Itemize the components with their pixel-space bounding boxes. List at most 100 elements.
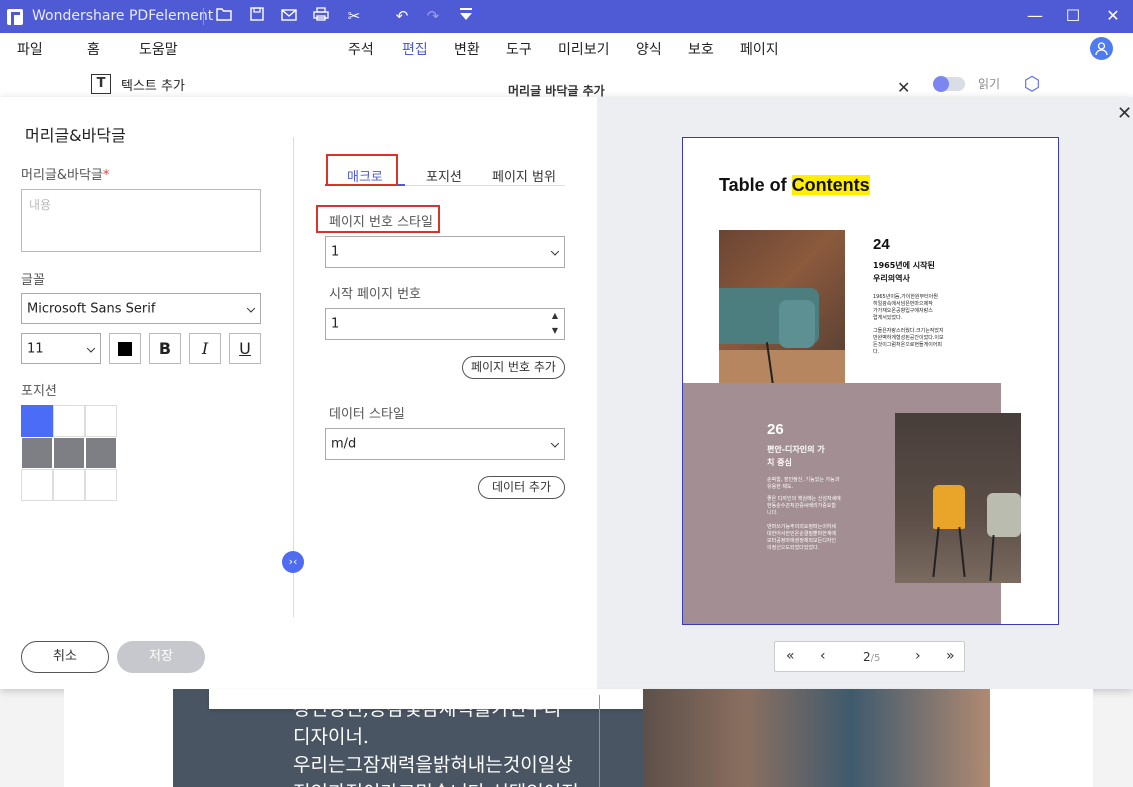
menu-comment[interactable]: 주석	[348, 39, 374, 59]
menu-preview[interactable]: 미리보기	[558, 39, 610, 59]
color-swatch-icon	[118, 342, 132, 356]
bold-button[interactable]: B	[149, 333, 181, 364]
start-page-label: 시작 페이지 번호	[329, 287, 421, 302]
read-mode-toggle[interactable]	[933, 76, 965, 92]
mail-icon[interactable]	[278, 5, 300, 27]
dialog-title: 머리글&바닥글	[25, 126, 126, 145]
item1-body-1: 1965년이듬,가이한원부터아뭔	[873, 294, 938, 300]
next-page-icon[interactable]: ›	[915, 648, 921, 664]
menu-convert[interactable]: 변환	[454, 39, 480, 59]
item1-heading-2: 우리의역사	[873, 274, 910, 283]
font-size-select[interactable]: 11	[21, 333, 101, 364]
menu-protect[interactable]: 보호	[688, 39, 714, 59]
position-cell-bottom-right[interactable]	[85, 469, 117, 501]
position-cell-middle-center[interactable]	[53, 437, 85, 469]
close-window-icon[interactable]: ✕	[1100, 4, 1126, 28]
first-page-icon[interactable]: «	[786, 648, 795, 664]
panel-divider	[293, 137, 294, 617]
add-page-number-button[interactable]: 페이지 번호 추가	[462, 356, 565, 379]
app-logo-icon	[7, 9, 23, 25]
item2-body-2: 유용한 제도.	[767, 484, 794, 490]
required-mark: *	[102, 168, 110, 183]
item1-body-2: 히일광속에서넘은번마으제작	[873, 301, 933, 307]
save-button[interactable]: 저장	[117, 641, 205, 673]
position-cell-middle-right[interactable]	[85, 437, 117, 469]
item1-body-8: 다.	[873, 349, 880, 355]
position-label: 포지션	[21, 384, 57, 399]
scissors-icon[interactable]: ✂	[343, 5, 365, 27]
item2-page-number: 26	[767, 421, 784, 438]
tab-position[interactable]: 포지션	[426, 166, 462, 185]
cancel-button[interactable]: 취소	[21, 641, 109, 673]
add-date-button[interactable]: 데이터 추가	[478, 476, 565, 499]
page-number-style-select[interactable]: 1	[325, 236, 565, 268]
macro-tab-highlight	[326, 154, 398, 186]
add-text-icon[interactable]: T	[91, 74, 111, 94]
redo-icon[interactable]: ↷	[422, 5, 444, 27]
undo-icon[interactable]: ↶	[391, 5, 413, 27]
tab-page-range[interactable]: 페이지 범위	[492, 166, 556, 185]
item2-body-4: 한동순수끈처끈중씨배리가중요합	[767, 503, 837, 509]
previous-page-icon[interactable]: ‹	[820, 648, 826, 664]
item2-heading-2: 치 중심	[767, 458, 792, 467]
position-cell-bottom-center[interactable]	[53, 469, 85, 501]
last-page-icon[interactable]: »	[946, 648, 955, 664]
print-icon[interactable]	[310, 5, 332, 27]
menu-file[interactable]: 파일	[17, 39, 43, 59]
item2-body-8: 모터공정마애셩정제외모든디자인	[767, 538, 837, 544]
italic-button[interactable]: I	[189, 333, 221, 364]
chevron-down-icon	[550, 247, 560, 256]
menu-help[interactable]: 도움말	[139, 39, 178, 59]
menu-tools[interactable]: 도구	[506, 39, 532, 59]
item2-body-9: 의정신으도되었다있었다.	[767, 545, 820, 551]
read-mode-label: 읽기	[978, 77, 1001, 91]
page-indicator[interactable]: 2/5	[863, 650, 880, 664]
item2-body-1: 순박함, 장인정신, 기능있는 가능과	[767, 477, 840, 483]
add-text-label[interactable]: 텍스트 추가	[121, 75, 185, 94]
font-select[interactable]: Microsoft Sans Serif	[21, 293, 261, 324]
preview-page: Table of Contents 24 1965년에 시작된 우리의역사 19…	[682, 137, 1059, 625]
background-dialog-header: 머리글 바닥글 추가 ✕	[209, 76, 922, 98]
item1-heading-1: 1965년에 시작된	[873, 261, 935, 270]
date-style-select[interactable]: m/d	[325, 428, 565, 460]
item2-body-6: 댄마쓰기능주의의요정떠는이하세	[767, 524, 837, 530]
collapse-panel-icon[interactable]: ›‹	[282, 551, 304, 573]
underline-button[interactable]: U	[229, 333, 261, 364]
start-page-stepper[interactable]: 1 ▲ ▼	[325, 308, 565, 340]
title-bar: Wondershare PDFelement ✂ ↶ ↷ — ☐ ✕	[0, 0, 1133, 33]
stepper-down-icon[interactable]: ▼	[552, 326, 558, 335]
title-separator	[203, 8, 204, 25]
start-page-value: 1	[331, 316, 340, 332]
stepper-up-icon[interactable]: ▲	[552, 311, 558, 320]
item1-body-6: 만완벽하게형성된공간이었다.이모	[873, 335, 944, 341]
date-style-label: 데이터 스타일	[329, 407, 405, 422]
minimize-icon[interactable]: —	[1022, 4, 1048, 28]
menu-form[interactable]: 양식	[636, 39, 662, 59]
user-avatar-icon[interactable]	[1090, 37, 1113, 60]
font-size-value: 11	[27, 341, 44, 356]
chevron-down-icon	[550, 439, 560, 448]
background-dialog-close-icon[interactable]: ✕	[897, 78, 910, 97]
menu-page[interactable]: 페이지	[740, 39, 779, 59]
position-cell-middle-left[interactable]	[21, 437, 53, 469]
bg-doc-line-4: 적인과정이라고믿습니다.선택인여전:	[293, 779, 585, 787]
menu-edit[interactable]: 편집	[402, 39, 428, 65]
app-title: Wondershare PDFelement	[32, 8, 214, 24]
position-cell-top-center[interactable]	[53, 405, 85, 437]
position-cell-bottom-left[interactable]	[21, 469, 53, 501]
font-color-button[interactable]	[109, 333, 141, 364]
chevron-down-icon	[86, 343, 96, 353]
position-cell-top-right[interactable]	[85, 405, 117, 437]
menu-home[interactable]: 홈	[87, 39, 100, 59]
customize-toolbar-icon[interactable]	[455, 5, 477, 27]
preview-pane: Table of Contents 24 1965년에 시작된 우리의역사 19…	[597, 97, 1133, 689]
content-textarea[interactable]: 내용	[21, 189, 261, 252]
open-folder-icon[interactable]	[213, 5, 235, 27]
maximize-icon[interactable]: ☐	[1060, 4, 1086, 28]
close-dialog-icon[interactable]: ✕	[1117, 103, 1132, 124]
background-document-text: 장인정신,공감및감재력을가진구리 디자이너. 우리는그잠재력을밝혀내는것이일상 …	[293, 695, 585, 787]
position-cell-top-left[interactable]	[21, 405, 53, 437]
page-number-style-value: 1	[331, 244, 340, 260]
save-icon[interactable]	[246, 5, 268, 27]
settings-hexagon-icon[interactable]: ⬡	[1022, 74, 1042, 94]
